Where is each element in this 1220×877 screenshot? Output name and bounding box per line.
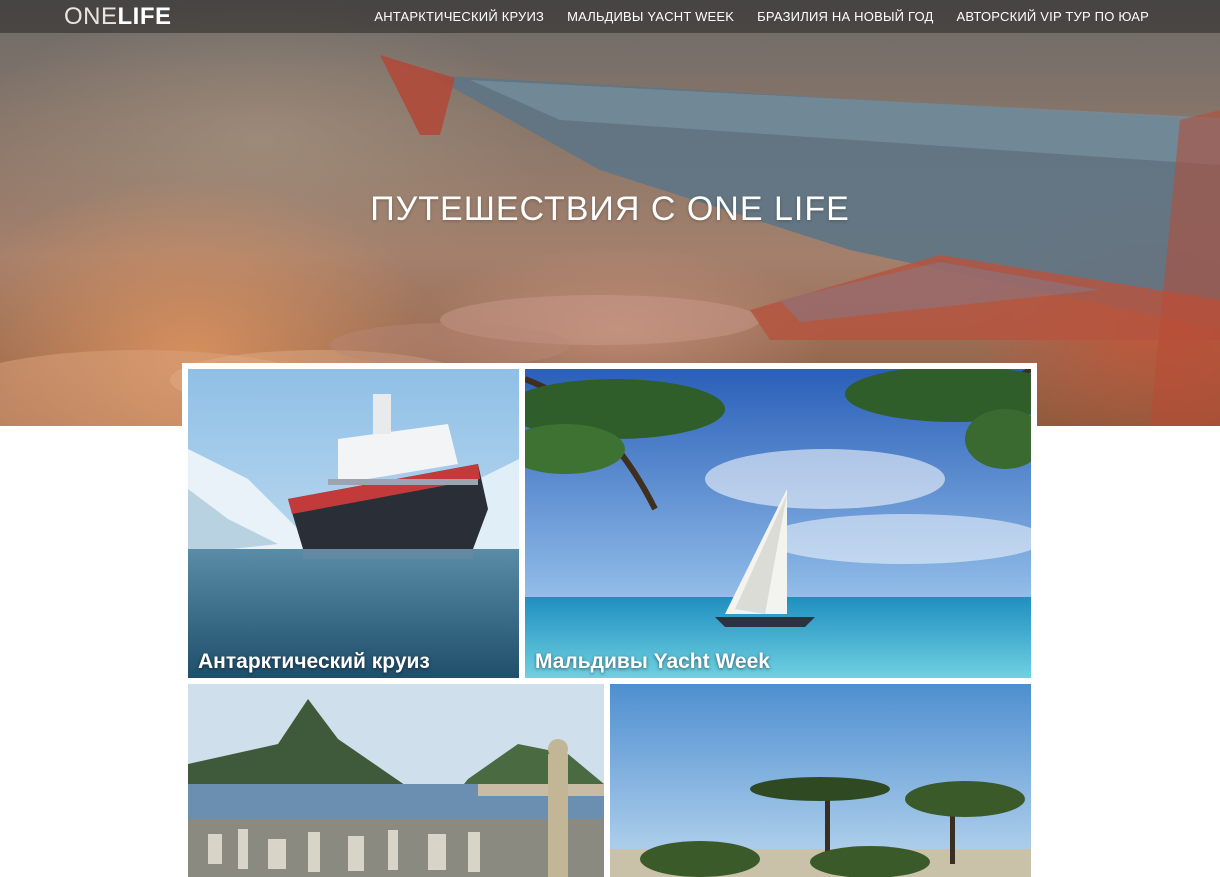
tour-card-maldives-yacht-week[interactable]: Мальдивы Yacht Week <box>525 369 1031 678</box>
tour-card-antarctic-cruise[interactable]: Антарктический круиз <box>188 369 519 678</box>
antarctic-cruise-ship-image <box>188 369 519 678</box>
maldives-sailboat-image <box>525 369 1031 678</box>
tour-card-label: Антарктический круиз <box>198 650 430 673</box>
site-logo[interactable]: ONELIFE <box>64 3 172 31</box>
hero-title: ПУТЕШЕСТВИЯ С ONE LIFE <box>370 190 850 228</box>
nav-item-brazil-new-year[interactable]: БРАЗИЛИЯ НА НОВЫЙ ГОД <box>757 0 933 33</box>
logo-light-part: ONE <box>64 3 118 30</box>
nav-item-antarctic-cruise[interactable]: АНТАРКТИЧЕСКИЙ КРУИЗ <box>374 0 544 33</box>
top-navigation: ONELIFE АНТАРКТИЧЕСКИЙ КРУИЗ МАЛЬДИВЫ YA… <box>0 0 1220 33</box>
nav-menu: АНТАРКТИЧЕСКИЙ КРУИЗ МАЛЬДИВЫ YACHT WEEK… <box>351 0 1149 33</box>
tour-card-label: Мальдивы Yacht Week <box>535 650 770 673</box>
nav-item-vip-tour-south-africa[interactable]: АВТОРСКИЙ VIP ТУР ПО ЮАР <box>957 0 1149 33</box>
nav-item-maldives-yacht-week[interactable]: МАЛЬДИВЫ YACHT WEEK <box>567 0 734 33</box>
tour-card-brazil[interactable] <box>188 684 604 877</box>
logo-bold-part: LIFE <box>117 3 172 30</box>
south-africa-savanna-image <box>610 684 1031 877</box>
rio-de-janeiro-image <box>188 684 604 877</box>
tour-card-south-africa[interactable] <box>610 684 1031 877</box>
